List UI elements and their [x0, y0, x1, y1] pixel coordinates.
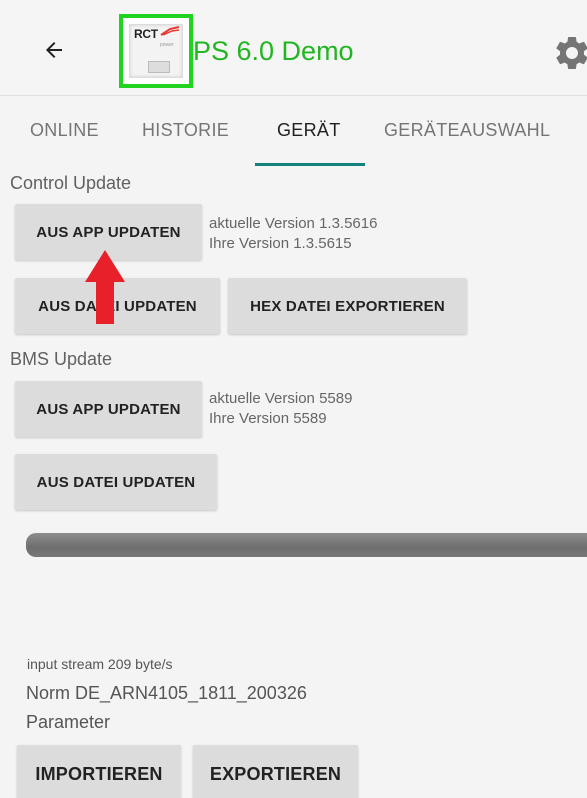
app-bar: RCT power PS 6.0 Demo — [0, 0, 587, 96]
control-update-title: Control Update — [10, 173, 132, 193]
bms-your-version: Ihre Version 5589 — [209, 410, 327, 427]
bms-app-update-button[interactable]: AUS APP UPDATEN — [15, 381, 202, 437]
tab-indicator — [255, 163, 365, 166]
red-up-arrow-icon — [85, 250, 125, 324]
device-screen: RCT power PS 6.0 Demo ONLINE HISTORIE GE… — [0, 0, 587, 798]
gear-icon[interactable] — [552, 33, 587, 73]
arrow-left-icon[interactable] — [38, 34, 70, 66]
logo-swoosh-icon — [160, 26, 180, 36]
tab-online[interactable]: ONLINE — [30, 120, 99, 141]
bms-update-title: BMS Update — [10, 349, 113, 369]
page-title: PS 6.0 Demo — [193, 36, 354, 66]
norm-label: Norm DE_ARN4105_1811_200326 — [26, 683, 307, 703]
parameter-label: Parameter — [26, 712, 111, 732]
bms-current-version: aktuelle Version 5589 — [209, 390, 353, 407]
hex-export-button[interactable]: HEX DATEI EXPORTIEREN — [228, 278, 467, 334]
tab-geraeteauswahl[interactable]: GERÄTEAUSWAHL — [384, 120, 550, 141]
bms-file-update-button[interactable]: AUS DATEI UPDATEN — [15, 454, 217, 510]
control-current-version: aktuelle Version 1.3.5616 — [209, 215, 378, 232]
logo-text: RCT — [134, 27, 158, 41]
logo-subtext: power — [160, 42, 174, 48]
device-plate — [148, 61, 170, 73]
tab-geraet[interactable]: GERÄT — [277, 120, 341, 141]
import-button[interactable]: IMPORTIEREN — [17, 745, 181, 798]
update-progress-bar — [26, 533, 587, 557]
control-your-version: Ihre Version 1.3.5615 — [209, 235, 352, 252]
tab-bar: ONLINE HISTORIE GERÄT GERÄTEAUSWAHL — [0, 96, 587, 168]
export-button[interactable]: EXPORTIEREN — [193, 745, 358, 798]
tab-historie[interactable]: HISTORIE — [142, 120, 229, 141]
input-stream-status: input stream 209 byte/s — [27, 656, 173, 672]
device-logo: RCT power — [119, 14, 193, 88]
device-image: RCT power — [129, 24, 183, 78]
